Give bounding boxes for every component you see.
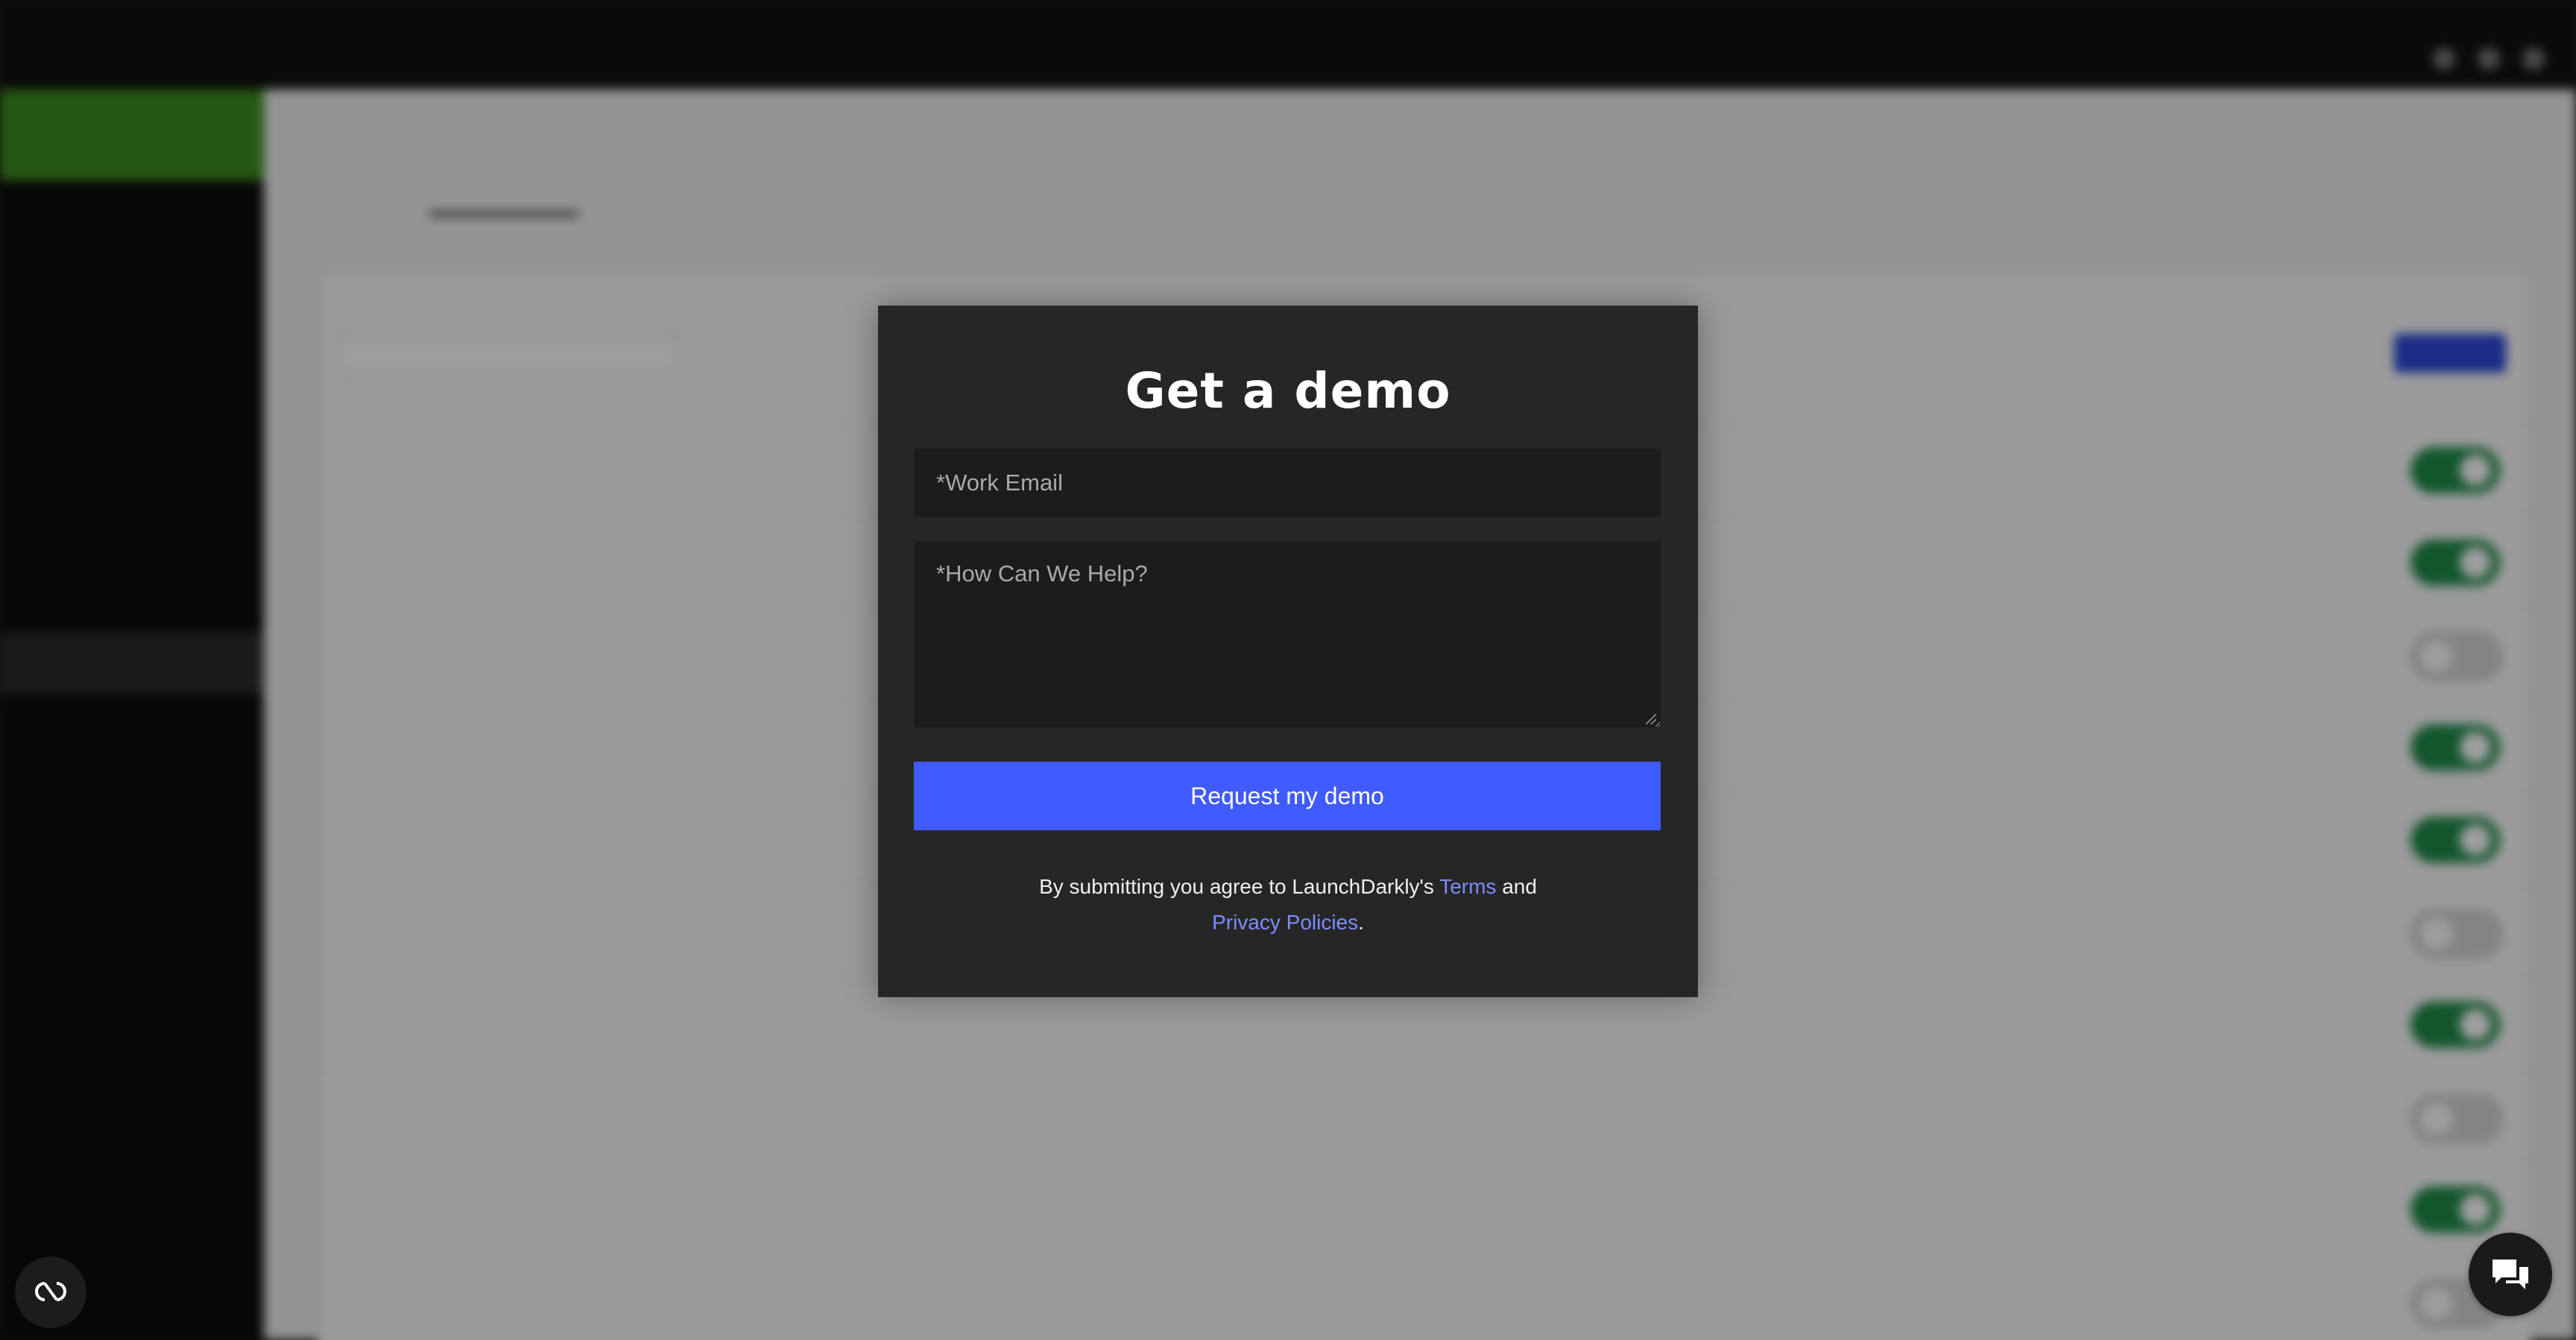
legal-notice: By submitting you agree to LaunchDarkly'… — [878, 869, 1698, 941]
legal-and: and — [1496, 875, 1537, 898]
chat-launcher-button[interactable] — [2469, 1233, 2552, 1316]
legal-suffix: . — [1358, 911, 1364, 934]
legal-prefix: By submitting you agree to LaunchDarkly'… — [1039, 875, 1440, 898]
get-demo-modal: Get a demo Request my demo By submitting… — [878, 306, 1698, 997]
cookie-settings-button[interactable] — [15, 1257, 86, 1328]
terms-link[interactable]: Terms — [1439, 875, 1496, 898]
privacy-policies-link[interactable]: Privacy Policies — [1212, 911, 1358, 934]
request-demo-button[interactable]: Request my demo — [914, 762, 1661, 830]
modal-title: Get a demo — [1125, 362, 1451, 420]
work-email-field[interactable] — [914, 449, 1661, 517]
how-can-we-help-field[interactable] — [914, 541, 1661, 727]
chat-bubbles-icon — [2493, 1260, 2528, 1289]
textarea-resize-handle[interactable] — [1646, 714, 1656, 724]
cookie-settings-icon — [35, 1282, 66, 1301]
screen: Get a demo Request my demo By submitting… — [0, 0, 2576, 1340]
